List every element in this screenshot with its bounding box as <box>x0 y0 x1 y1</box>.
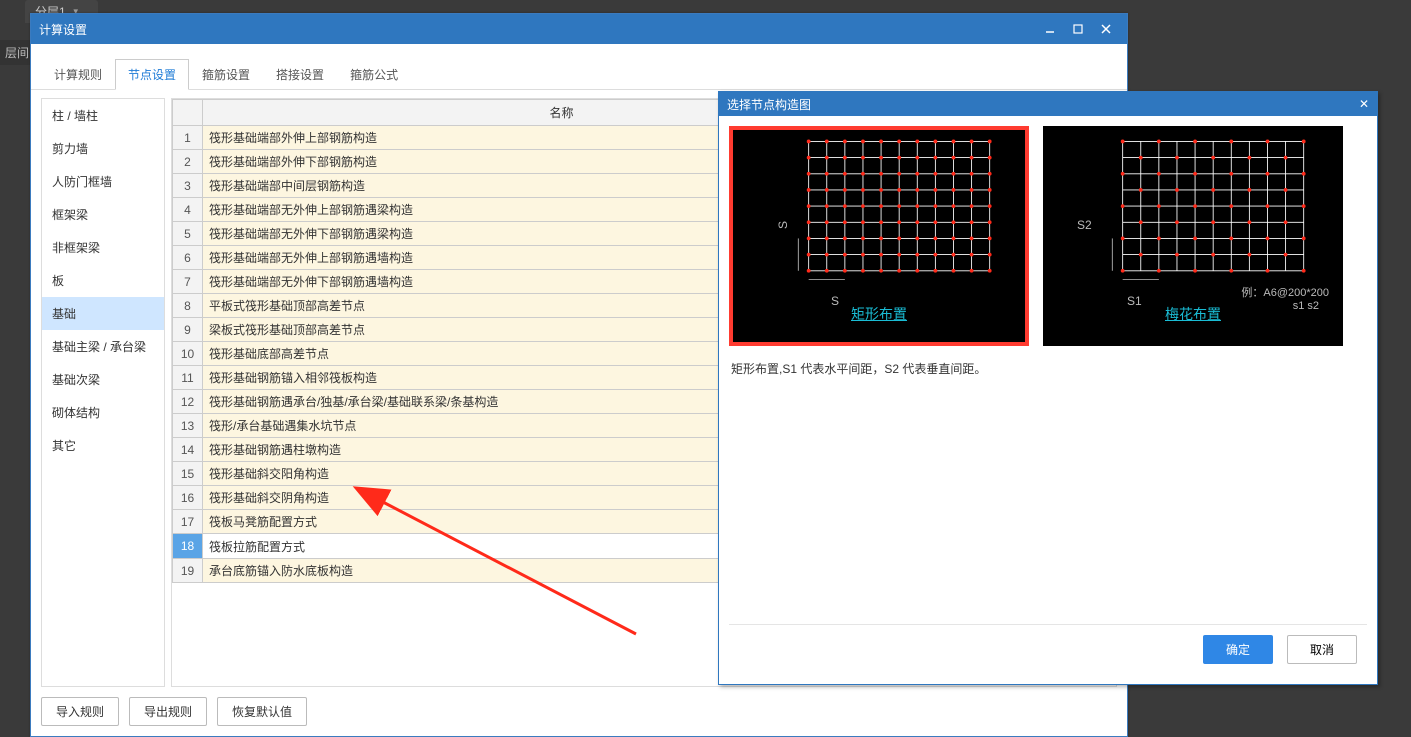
row-number: 10 <box>173 342 203 366</box>
row-number: 15 <box>173 462 203 486</box>
axis-s-v: S <box>776 221 790 229</box>
tabs: 计算规则节点设置箍筋设置搭接设置箍筋公式 <box>31 44 1127 90</box>
option-description: 矩形布置,S1 代表水平间距，S2 代表垂直间距。 <box>729 356 1367 381</box>
chooser-titlebar: 选择节点构造图 ✕ <box>719 92 1377 116</box>
cancel-button[interactable]: 取消 <box>1287 635 1357 664</box>
col-rownum <box>173 100 203 126</box>
row-number: 1 <box>173 126 203 150</box>
restore-defaults-button[interactable]: 恢复默认值 <box>217 697 307 726</box>
row-number: 17 <box>173 510 203 534</box>
option-rectangular[interactable]: S S 矩形布置 <box>729 126 1029 346</box>
sidebar-item-2[interactable]: 人防门框墙 <box>42 165 164 198</box>
row-number: 6 <box>173 246 203 270</box>
sidebar-item-5[interactable]: 板 <box>42 264 164 297</box>
chooser-title: 选择节点构造图 <box>727 96 811 113</box>
sidebar-item-9[interactable]: 砌体结构 <box>42 396 164 429</box>
row-number: 5 <box>173 222 203 246</box>
dialog-titlebar: 计算设置 <box>31 14 1127 44</box>
sidebar-item-6[interactable]: 基础 <box>42 297 164 330</box>
sidebar-item-8[interactable]: 基础次梁 <box>42 363 164 396</box>
ok-button[interactable]: 确定 <box>1203 635 1273 664</box>
option2-caption: 梅花布置 <box>1165 304 1221 324</box>
node-diagram-chooser: 选择节点构造图 ✕ S S 矩形布置 S2 S1 例：A6@200*200 s1… <box>718 91 1378 685</box>
row-number: 13 <box>173 414 203 438</box>
dialog-footer: 导入规则 导出规则 恢复默认值 <box>31 687 1127 736</box>
axis-s2: S2 <box>1077 218 1092 232</box>
option-plum[interactable]: S2 S1 例：A6@200*200 s1 s2 梅花布置 <box>1043 126 1343 346</box>
sidebar-item-1[interactable]: 剪力墙 <box>42 132 164 165</box>
row-number: 7 <box>173 270 203 294</box>
row-number: 2 <box>173 150 203 174</box>
option2-sub: s1 s2 <box>1293 300 1319 312</box>
sidebar-item-4[interactable]: 非框架梁 <box>42 231 164 264</box>
row-number: 8 <box>173 294 203 318</box>
sidebar-item-10[interactable]: 其它 <box>42 429 164 462</box>
row-number: 18 <box>173 534 203 559</box>
tab-1[interactable]: 节点设置 <box>115 59 189 90</box>
sidebar-item-0[interactable]: 柱 / 墙柱 <box>42 99 164 132</box>
tab-4[interactable]: 箍筋公式 <box>337 59 411 90</box>
dialog-title: 计算设置 <box>39 21 87 38</box>
row-number: 9 <box>173 318 203 342</box>
axis-s-h: S <box>831 294 839 308</box>
side-label: 层间 <box>0 40 34 65</box>
sidebar-item-7[interactable]: 基础主梁 / 承台梁 <box>42 330 164 363</box>
option2-example: 例：A6@200*200 <box>1241 284 1329 300</box>
maximize-button[interactable] <box>1065 20 1091 38</box>
row-number: 19 <box>173 559 203 583</box>
row-number: 11 <box>173 366 203 390</box>
chooser-close-icon[interactable]: ✕ <box>1359 97 1369 111</box>
tab-0[interactable]: 计算规则 <box>41 59 115 90</box>
import-rules-button[interactable]: 导入规则 <box>41 697 119 726</box>
row-number: 3 <box>173 174 203 198</box>
row-number: 14 <box>173 438 203 462</box>
export-rules-button[interactable]: 导出规则 <box>129 697 207 726</box>
option1-caption: 矩形布置 <box>851 304 907 324</box>
tab-3[interactable]: 搭接设置 <box>263 59 337 90</box>
tab-2[interactable]: 箍筋设置 <box>189 59 263 90</box>
row-number: 4 <box>173 198 203 222</box>
close-button[interactable] <box>1093 20 1119 38</box>
minimize-button[interactable] <box>1037 20 1063 38</box>
sidebar-item-3[interactable]: 框架梁 <box>42 198 164 231</box>
axis-s1: S1 <box>1127 294 1142 308</box>
row-number: 12 <box>173 390 203 414</box>
left-nav: 柱 / 墙柱剪力墙人防门框墙框架梁非框架梁板基础基础主梁 / 承台梁基础次梁砌体… <box>41 98 165 687</box>
row-number: 16 <box>173 486 203 510</box>
